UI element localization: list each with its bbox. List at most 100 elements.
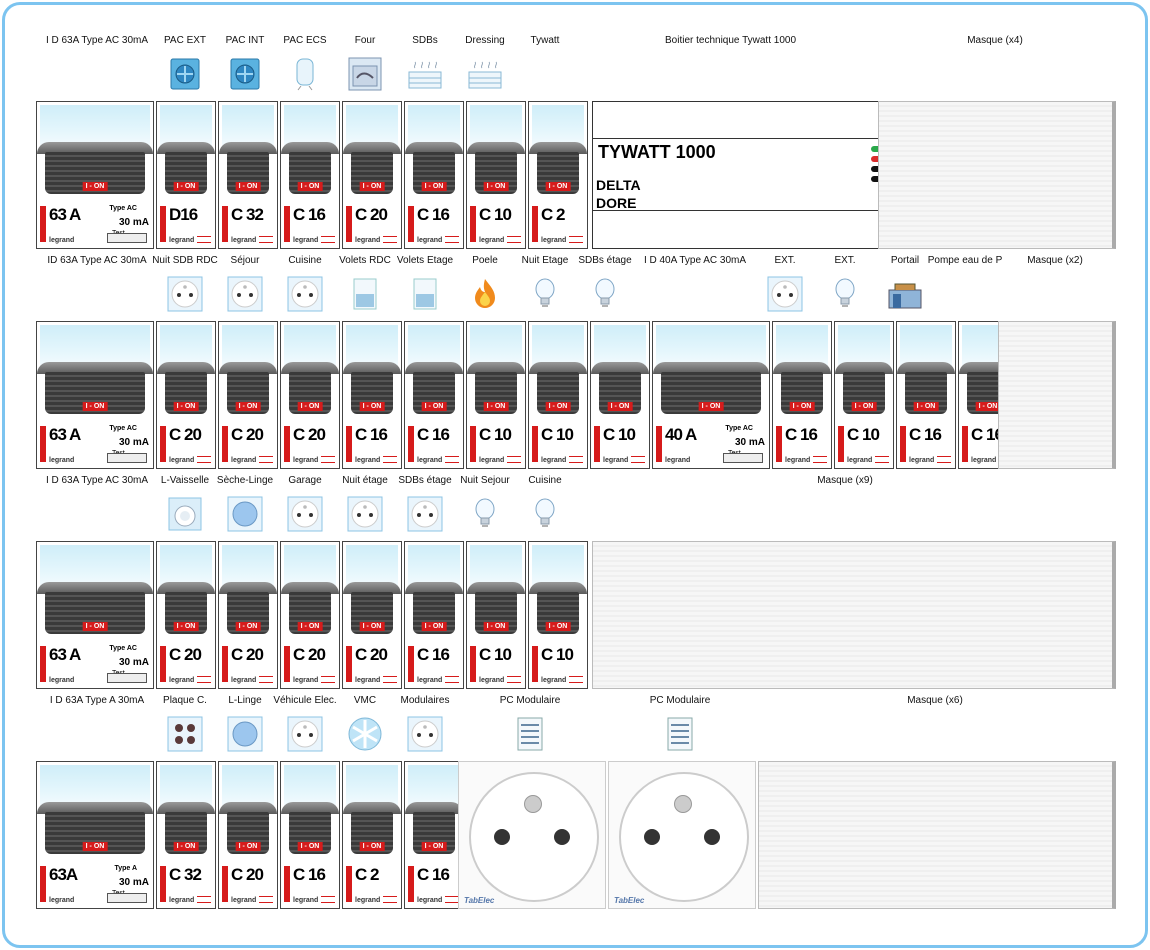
socket-icon bbox=[767, 276, 803, 312]
brand-stripe bbox=[40, 646, 46, 682]
blank-cover bbox=[998, 321, 1116, 469]
brand-stripe bbox=[222, 206, 228, 242]
differential-breaker[interactable]: I - ON63 AlegrandType AC30 mATest bbox=[36, 541, 154, 689]
light-bulb-icon bbox=[467, 496, 503, 532]
panel-socket-icon bbox=[662, 716, 698, 752]
breaker-rating: 63 A bbox=[49, 205, 81, 224]
brand-lines bbox=[875, 456, 889, 463]
differential-breaker[interactable]: I - ON63 AlegrandType AC30 mATest bbox=[36, 321, 154, 469]
tywatt-brand-2: DORE bbox=[596, 195, 637, 211]
water-heater-icon bbox=[287, 56, 323, 92]
circuit-breaker[interactable]: I - ON C 20 legrand bbox=[280, 321, 340, 469]
brand-lines bbox=[259, 896, 273, 903]
circuit-breaker[interactable]: I - ON C 32 legrand bbox=[156, 761, 216, 909]
brand-label: legrand bbox=[169, 677, 195, 684]
on-indicator: I - ON bbox=[421, 622, 447, 631]
circuit-breaker[interactable]: I - ON D16 legrand bbox=[156, 101, 216, 249]
breaker-window bbox=[776, 325, 828, 367]
test-button[interactable] bbox=[107, 893, 147, 903]
circuit-breaker[interactable]: I - ON C 16 legrand bbox=[280, 101, 340, 249]
brand-label: legrand bbox=[847, 457, 873, 464]
circuit-breaker[interactable]: I - ON C 16 legrand bbox=[404, 541, 464, 689]
brand-label: legrand bbox=[355, 457, 381, 464]
diff-type: Type AC bbox=[109, 425, 137, 432]
circuit-breaker[interactable]: I - ON C 10 legrand bbox=[528, 541, 588, 689]
light-bulb-icon bbox=[827, 276, 863, 312]
circuit-breaker[interactable]: I - ON C 20 legrand bbox=[218, 541, 278, 689]
test-button[interactable] bbox=[723, 453, 763, 463]
tywatt-divider bbox=[593, 138, 889, 139]
breaker-rating: C 16 bbox=[909, 425, 942, 444]
modular-socket[interactable]: TabElec bbox=[608, 761, 756, 909]
breaker-window bbox=[346, 545, 398, 587]
watermark-label: TabElec bbox=[464, 896, 495, 905]
breaker-window bbox=[40, 325, 150, 367]
on-indicator: I - ON bbox=[235, 402, 261, 411]
breaker-rating: C 10 bbox=[479, 645, 512, 664]
brand-lines bbox=[507, 676, 521, 683]
circuit-breaker[interactable]: I - ON C 20 legrand bbox=[156, 321, 216, 469]
socket-face bbox=[469, 772, 599, 902]
on-indicator: I - ON bbox=[82, 622, 108, 631]
circuit-breaker[interactable]: I - ON C 20 legrand bbox=[342, 101, 402, 249]
breaker-rating: C 16 bbox=[417, 205, 450, 224]
breaker-window bbox=[160, 105, 212, 147]
test-button[interactable] bbox=[107, 673, 147, 683]
circuit-breaker[interactable]: I - ON C 10 legrand bbox=[528, 321, 588, 469]
circuit-breaker[interactable]: I - ON C 20 legrand bbox=[218, 761, 278, 909]
brand-label: legrand bbox=[909, 457, 935, 464]
breaker-window bbox=[900, 325, 952, 367]
circuit-breaker[interactable]: I - ON C 20 legrand bbox=[156, 541, 216, 689]
circuit-breaker[interactable]: I - ON C 16 legrand bbox=[404, 321, 464, 469]
light-bulb-icon bbox=[527, 276, 563, 312]
on-indicator: I - ON bbox=[359, 842, 385, 851]
brand-lines bbox=[445, 236, 459, 243]
circuit-breaker[interactable]: I - ON C 16 legrand bbox=[772, 321, 832, 469]
circuit-breaker[interactable]: I - ON C 10 legrand bbox=[466, 541, 526, 689]
brand-stripe bbox=[160, 426, 166, 462]
circuit-breaker[interactable]: I - ON C 16 legrand bbox=[280, 761, 340, 909]
breaker-window bbox=[838, 325, 890, 367]
breaker-window bbox=[222, 105, 274, 147]
test-button[interactable] bbox=[107, 233, 147, 243]
breaker-rating: C 20 bbox=[293, 645, 326, 664]
circuit-breaker[interactable]: I - ON C 16 legrand bbox=[404, 101, 464, 249]
breaker-rating: C 10 bbox=[479, 205, 512, 224]
differential-breaker[interactable]: I - ON63 AlegrandType AC30 mATest bbox=[36, 101, 154, 249]
brand-label: legrand bbox=[169, 237, 195, 244]
circuit-breaker[interactable]: I - ON C 10 legrand bbox=[590, 321, 650, 469]
diff-type: Type AC bbox=[109, 205, 137, 212]
circuit-breaker[interactable]: I - ON C 10 legrand bbox=[466, 101, 526, 249]
differential-breaker[interactable]: I - ON63AlegrandType A30 mATest bbox=[36, 761, 154, 909]
breaker-window bbox=[222, 325, 274, 367]
circuit-breaker[interactable]: I - ON C 16 legrand bbox=[404, 761, 464, 909]
test-button[interactable] bbox=[107, 453, 147, 463]
on-indicator: I - ON bbox=[173, 622, 199, 631]
circuit-breaker[interactable]: I - ON C 10 legrand bbox=[834, 321, 894, 469]
differential-breaker[interactable]: I - ON40 AlegrandType AC30 mATest bbox=[652, 321, 770, 469]
modular-socket[interactable]: TabElec bbox=[458, 761, 606, 909]
circuit-breaker[interactable]: I - ON C 32 legrand bbox=[218, 101, 278, 249]
circuit-breaker[interactable]: I - ON C 20 legrand bbox=[280, 541, 340, 689]
circuit-breaker[interactable]: I - ON C 16 legrand bbox=[342, 321, 402, 469]
socket-icon bbox=[167, 276, 203, 312]
brand-lines bbox=[569, 236, 583, 243]
light-bulb-icon bbox=[527, 496, 563, 532]
circuit-breaker[interactable]: I - ON C 20 legrand bbox=[218, 321, 278, 469]
brand-label: legrand bbox=[665, 457, 691, 464]
brand-stripe bbox=[776, 426, 782, 462]
brand-lines bbox=[937, 456, 951, 463]
brand-stripe bbox=[346, 206, 352, 242]
on-indicator: I - ON bbox=[82, 402, 108, 411]
brand-lines bbox=[507, 236, 521, 243]
on-indicator: I - ON bbox=[545, 182, 571, 191]
circuit-breaker[interactable]: I - ON C 16 legrand bbox=[896, 321, 956, 469]
circuit-breaker[interactable]: I - ON C 10 legrand bbox=[466, 321, 526, 469]
circuit-breaker[interactable]: I - ON C 2 legrand bbox=[528, 101, 588, 249]
circuit-breaker[interactable]: I - ON C 20 legrand bbox=[342, 541, 402, 689]
brand-stripe bbox=[408, 206, 414, 242]
brand-lines bbox=[197, 896, 211, 903]
breaker-rating: D16 bbox=[169, 205, 198, 224]
on-indicator: I - ON bbox=[545, 402, 571, 411]
circuit-breaker[interactable]: I - ON C 2 legrand bbox=[342, 761, 402, 909]
